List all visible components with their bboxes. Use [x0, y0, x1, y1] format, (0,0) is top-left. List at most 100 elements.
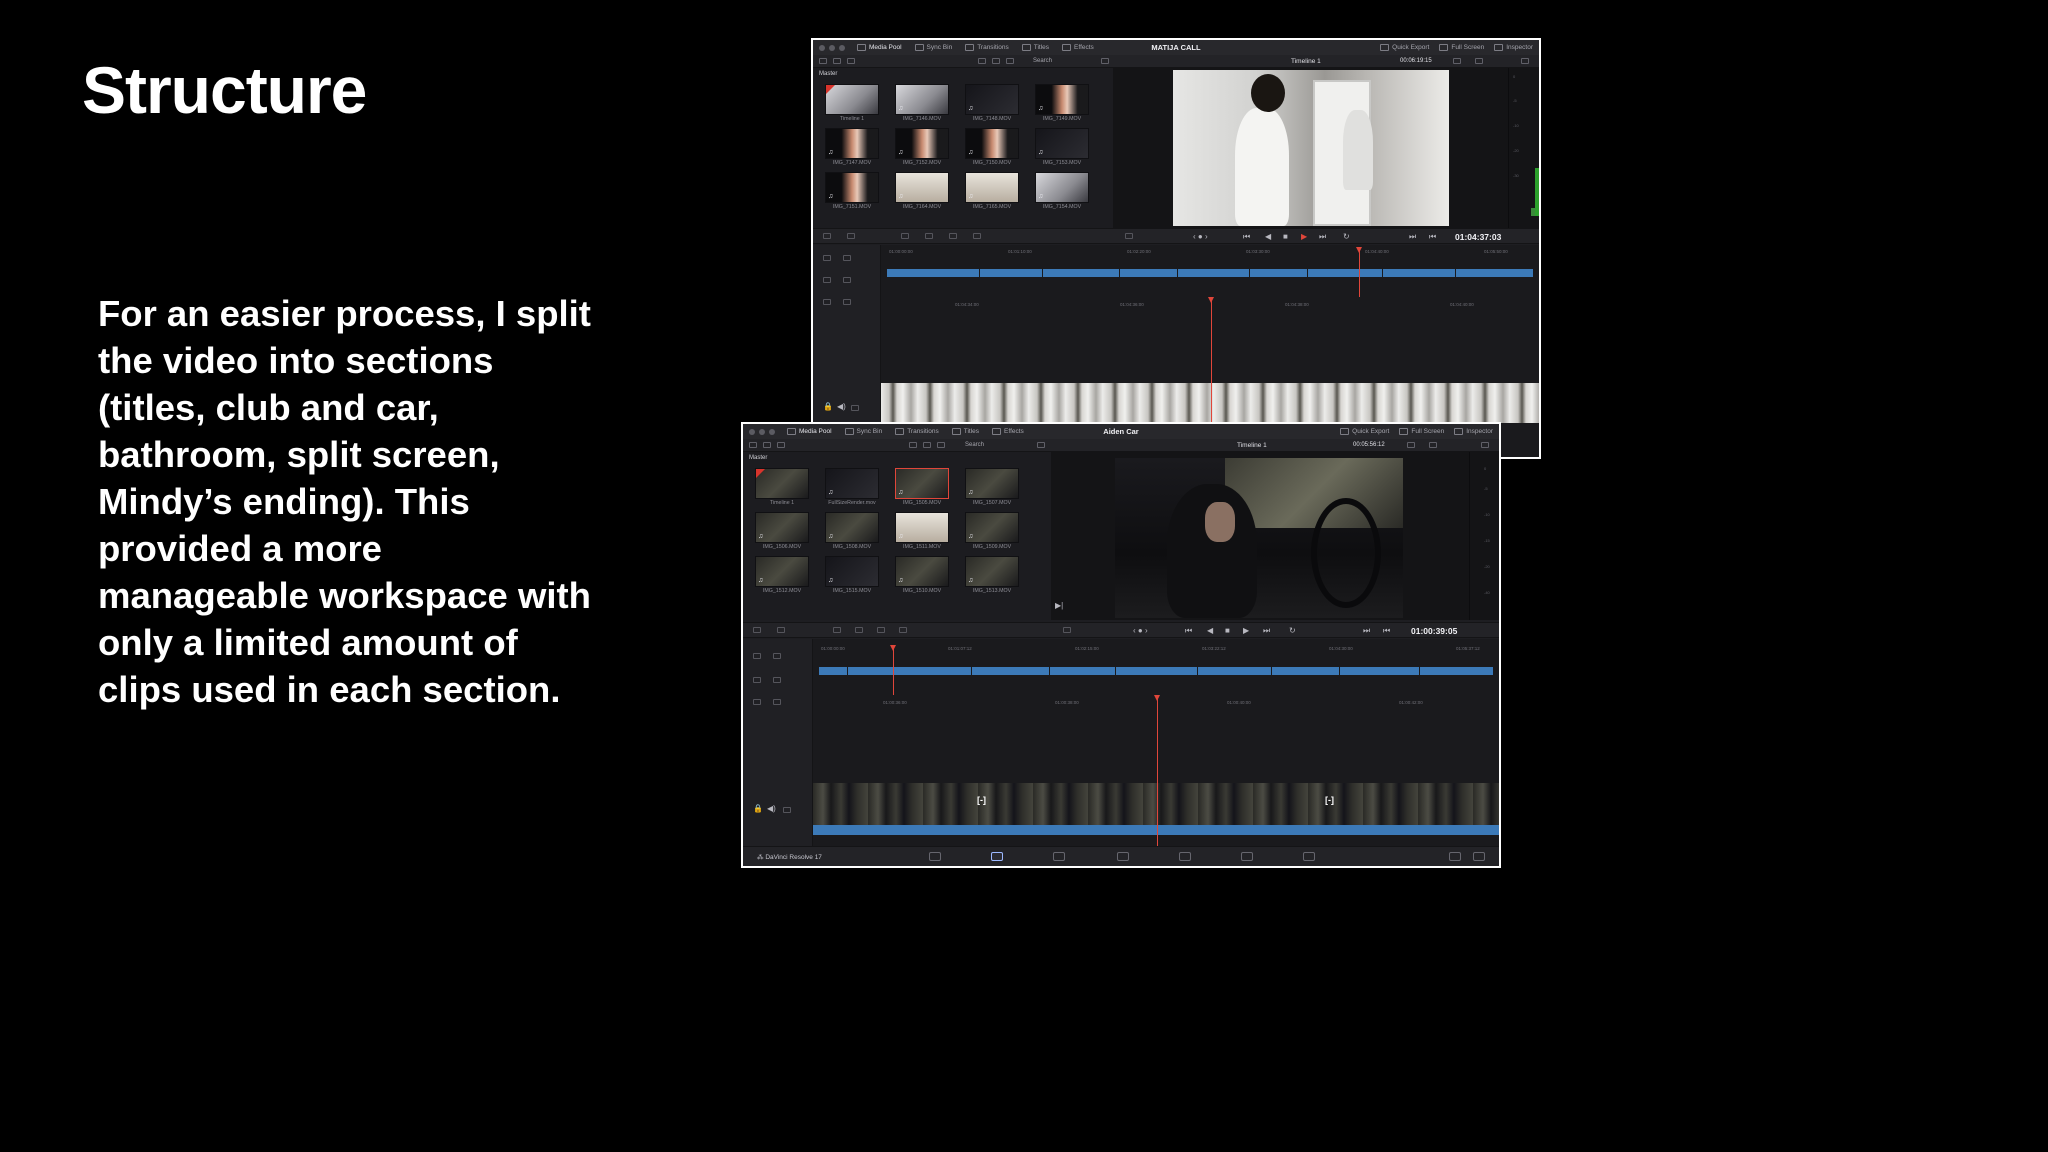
list-mode-icon[interactable]	[1006, 58, 1014, 64]
play-icon[interactable]: ▶	[1243, 627, 1249, 635]
transitions-button[interactable]: Transitions	[965, 44, 1009, 51]
media-clip[interactable]: Timeline 1	[755, 468, 809, 506]
snap-icon[interactable]	[823, 299, 831, 305]
search-field[interactable]: Search	[1033, 58, 1052, 64]
video-track[interactable]: [-] [-]	[813, 783, 1499, 825]
blade-tool-icon[interactable]	[777, 627, 785, 633]
lower-playhead-marker[interactable]	[1208, 297, 1214, 303]
fit-to-fill-icon[interactable]	[899, 627, 907, 633]
speaker-icon[interactable]: ◀)	[767, 805, 776, 813]
track-options-icon[interactable]	[773, 653, 781, 659]
media-clip[interactable]: ♫ IMG_1506.MOV	[755, 512, 809, 550]
upper-playhead[interactable]	[893, 647, 894, 695]
loop-icon[interactable]: ↻	[1289, 627, 1296, 635]
full-screen-button[interactable]: Full Screen	[1399, 428, 1444, 435]
go-to-start-icon[interactable]: ⏮	[1429, 233, 1436, 241]
link-icon[interactable]	[843, 277, 851, 283]
marker-icon[interactable]	[1125, 233, 1133, 239]
media-clip[interactable]: ♫ IMG_1508.MOV	[825, 512, 879, 550]
effects-button[interactable]: Effects	[1062, 44, 1094, 51]
viewer-frame[interactable]	[1115, 458, 1403, 618]
list-view-icon[interactable]	[749, 442, 757, 448]
replace-tool-icon[interactable]	[949, 233, 957, 239]
quick-export-button[interactable]: Quick Export	[1340, 428, 1389, 435]
lower-playhead[interactable]	[1157, 695, 1158, 848]
zoom-icon[interactable]	[1475, 58, 1483, 64]
quick-export-button[interactable]: Quick Export	[1380, 44, 1429, 51]
jog-wheel-icon[interactable]: ‹ ● ›	[1133, 627, 1148, 635]
list-mode-icon[interactable]	[937, 442, 945, 448]
upper-playhead-marker[interactable]	[890, 645, 896, 651]
sort-menu-icon[interactable]	[1037, 442, 1045, 448]
replace-tool-icon[interactable]	[877, 627, 885, 633]
sync-bin-button[interactable]: Sync Bin	[914, 44, 952, 51]
inspector-button[interactable]: Inspector	[1454, 428, 1493, 435]
overwrite-tool-icon[interactable]	[855, 627, 863, 633]
bin-master[interactable]: Master	[819, 71, 837, 77]
sync-bin-button[interactable]: Sync Bin	[844, 428, 882, 435]
media-clip[interactable]: ♫ IMG_7151.MOV	[825, 172, 879, 210]
reverse-play-icon[interactable]: ◀	[1265, 233, 1271, 241]
media-clip[interactable]: ♫ IMG_7148.MOV	[965, 84, 1019, 122]
effects-button[interactable]: Effects	[992, 428, 1024, 435]
mini-timeline-strip[interactable]	[819, 667, 1493, 675]
media-clip[interactable]: ♫ IMG_1505.MOV	[895, 468, 949, 506]
settings-icon[interactable]	[1473, 852, 1485, 861]
title-track-icon[interactable]	[823, 255, 831, 261]
media-pool-button[interactable]: Media Pool	[787, 428, 832, 435]
media-clip[interactable]: ♫ FullSizeRender.mov	[825, 468, 879, 506]
flag-icon[interactable]	[773, 699, 781, 705]
titles-button[interactable]: Titles	[951, 428, 979, 435]
audio-speaker-icon[interactable]	[1481, 442, 1489, 448]
thumbnail-view-icon[interactable]	[909, 442, 917, 448]
media-clip[interactable]: ♫ IMG_1512.MOV	[755, 556, 809, 594]
media-clip[interactable]: ♫ IMG_1513.MOV	[965, 556, 1019, 594]
sync-icon[interactable]	[753, 677, 761, 683]
media-clip[interactable]: Timeline 1	[825, 84, 879, 122]
cut-page-icon[interactable]	[991, 852, 1003, 861]
lower-playhead-marker[interactable]	[1154, 695, 1160, 701]
lock-icon[interactable]: 🔒	[823, 403, 833, 411]
fairlight-page-icon[interactable]	[1241, 852, 1253, 861]
insert-tool-icon[interactable]	[833, 627, 841, 633]
upper-playhead[interactable]	[1359, 249, 1360, 297]
timeline-selector[interactable]: Timeline 1	[1237, 442, 1267, 449]
media-clip[interactable]: ♫ IMG_7164.MOV	[895, 172, 949, 210]
speaker-icon[interactable]: ◀)	[837, 403, 846, 411]
media-clip[interactable]: ♫ IMG_7147.MOV	[825, 128, 879, 166]
audio-track[interactable]	[813, 825, 1499, 835]
skip-forward-icon[interactable]: ⏭	[1319, 233, 1326, 241]
sync-icon[interactable]	[823, 277, 831, 283]
snap-icon[interactable]	[753, 699, 761, 705]
track-monitor-icon[interactable]	[783, 807, 791, 813]
media-clip[interactable]: ♫ IMG_1509.MOV	[965, 512, 1019, 550]
audio-speaker-icon[interactable]	[1521, 58, 1529, 64]
fusion-page-icon[interactable]	[1117, 852, 1129, 861]
view-options-icon[interactable]	[1453, 58, 1461, 64]
thumbnail-view-icon[interactable]	[978, 58, 986, 64]
edit-page-icon[interactable]	[1053, 852, 1065, 861]
full-screen-button[interactable]: Full Screen	[1439, 44, 1484, 51]
view-options-icon[interactable]	[1407, 442, 1415, 448]
sort-icon[interactable]	[777, 442, 785, 448]
edit-tool-icon[interactable]	[823, 233, 831, 239]
window-controls[interactable]	[749, 428, 775, 435]
titles-button[interactable]: Titles	[1021, 44, 1049, 51]
metadata-view-icon[interactable]	[833, 58, 841, 64]
media-clip[interactable]: ♫ IMG_1510.MOV	[895, 556, 949, 594]
metadata-view-icon[interactable]	[763, 442, 771, 448]
blade-tool-icon[interactable]	[847, 233, 855, 239]
deliver-page-icon[interactable]	[1303, 852, 1315, 861]
overwrite-tool-icon[interactable]	[925, 233, 933, 239]
media-clip[interactable]: ♫ IMG_7153.MOV	[1035, 128, 1089, 166]
media-clip[interactable]: ♫ IMG_1511.MOV	[895, 512, 949, 550]
next-frame-icon[interactable]: ▶|	[1055, 602, 1063, 610]
search-field[interactable]: Search	[965, 442, 984, 448]
skip-forward-icon[interactable]: ⏭	[1263, 627, 1270, 635]
play-icon[interactable]: ▶	[1301, 233, 1307, 241]
go-to-end-icon[interactable]: ⏭	[1363, 627, 1370, 635]
skip-back-icon[interactable]: ⏮	[1185, 627, 1192, 635]
track-options-icon[interactable]	[843, 255, 851, 261]
upper-playhead-marker[interactable]	[1356, 247, 1362, 253]
media-clip[interactable]: ♫ IMG_1515.MOV	[825, 556, 879, 594]
